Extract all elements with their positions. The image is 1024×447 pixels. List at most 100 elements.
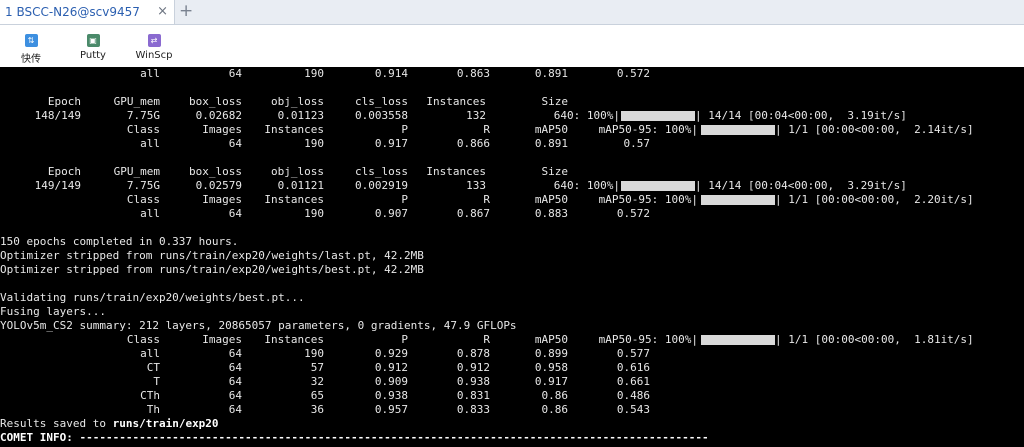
cell: 149/149	[34, 179, 81, 192]
cell: obj_loss	[271, 165, 324, 178]
cell: 0.863	[456, 67, 490, 80]
cell: 0.912	[374, 361, 408, 374]
epoch-row: 148/149 7.75G 0.02682 0.01123 0.003558 1…	[0, 109, 1024, 123]
metrics-row: all 64 190 0.917 0.866 0.891 0.57	[0, 137, 1024, 151]
cell: all	[140, 347, 160, 360]
epoch-header: Epoch GPU_mem box_loss obj_loss cls_loss…	[0, 165, 1024, 179]
log-line: Validating runs/train/exp20/weights/best…	[0, 291, 305, 304]
cell: 65	[310, 389, 324, 402]
cell: 0.891	[534, 137, 568, 150]
results-line: Results saved to runs/train/exp20	[0, 417, 1024, 431]
cell: 0.543	[616, 403, 650, 416]
cell: 0.616	[616, 361, 650, 374]
cell: 0.02579	[195, 179, 242, 192]
comet-info-line: COMET INFO: ----------------------------…	[0, 431, 709, 444]
cell: 0.831	[456, 389, 490, 402]
cell: 64	[228, 361, 242, 374]
log-line: Fusing layers...	[0, 305, 106, 318]
cell: 0.907	[374, 207, 408, 220]
cell: Size	[541, 165, 569, 178]
winscp-icon: ⇄	[147, 34, 161, 47]
putty-button[interactable]: ▣ Putty	[73, 34, 113, 61]
cell: 0.938	[374, 389, 408, 402]
cell: Class	[126, 333, 160, 346]
cell: 0.486	[616, 389, 650, 402]
cell: P	[401, 333, 408, 346]
putty-icon: ▣	[86, 34, 100, 47]
cell: mAP50	[534, 123, 568, 136]
metrics-row: all 64 190 0.914 0.863 0.891 0.572	[0, 67, 1024, 81]
cell: 57	[310, 361, 324, 374]
terminal-output[interactable]: all 64 190 0.914 0.863 0.891 0.572 Epoch…	[0, 67, 1024, 447]
add-tab-icon[interactable]: +	[179, 1, 193, 21]
cell: P	[401, 193, 408, 206]
cell: 0.01121	[277, 179, 324, 192]
cell: 32	[310, 375, 324, 388]
cell: | 1/1 [00:00<00:00, 2.20it/s]	[775, 193, 974, 206]
cell: 640: 100%|	[553, 179, 620, 192]
cell: 0.572	[616, 207, 650, 220]
close-icon[interactable]: ×	[157, 4, 168, 19]
metrics-row: all 64 190 0.929 0.878 0.899 0.577	[0, 347, 1024, 361]
cell: mAP50-95: 100%|	[598, 123, 698, 136]
metrics-row: Th 64 36 0.957 0.833 0.86 0.543	[0, 403, 1024, 417]
results-path: runs/train/exp20	[112, 417, 219, 430]
metrics-row: all 64 190 0.907 0.867 0.883 0.572	[0, 207, 1024, 221]
cell: | 1/1 [00:00<00:00, 2.14it/s]	[775, 123, 974, 136]
progress-bar	[701, 335, 775, 345]
cell: Epoch	[47, 95, 81, 108]
cell: 0.917	[374, 137, 408, 150]
cell: 0.57	[623, 137, 651, 150]
cell: 132	[466, 109, 486, 122]
cell: Size	[541, 95, 569, 108]
metrics-row: CTh 64 65 0.938 0.831 0.86 0.486	[0, 389, 1024, 403]
cell: 190	[304, 207, 324, 220]
cell: 0.01123	[277, 109, 324, 122]
progress-bar	[621, 181, 695, 191]
cell: cls_loss	[355, 95, 408, 108]
winscp-button[interactable]: ⇄ WinScp	[134, 34, 174, 61]
cell: 0.891	[534, 67, 568, 80]
cell: cls_loss	[355, 165, 408, 178]
cell: Images	[202, 193, 242, 206]
progress-bar	[701, 125, 775, 135]
cell: obj_loss	[271, 95, 324, 108]
cell: 64	[228, 375, 242, 388]
cell: Instances	[264, 123, 324, 136]
cell: 7.75G	[126, 179, 160, 192]
cell: 64	[228, 67, 242, 80]
cell: 0.86	[541, 389, 569, 402]
cell: 133	[466, 179, 486, 192]
cell: 0.661	[616, 375, 650, 388]
cell: 0.909	[374, 375, 408, 388]
metrics-row: CT 64 57 0.912 0.912 0.958 0.616	[0, 361, 1024, 375]
progress-bar	[701, 195, 775, 205]
cell: Class	[126, 123, 160, 136]
quick-transfer-button[interactable]: ⇅ 快传	[11, 34, 51, 65]
epoch-row: 149/149 7.75G 0.02579 0.01121 0.002919 1…	[0, 179, 1024, 193]
cell: 0.914	[374, 67, 408, 80]
cell: | 1/1 [00:00<00:00, 1.81it/s]	[775, 333, 974, 346]
cell: R	[483, 193, 490, 206]
val-header: Class Images Instances P R mAP50 mAP50-9…	[0, 193, 1024, 207]
cell: box_loss	[189, 95, 242, 108]
metrics-row: T 64 32 0.909 0.938 0.917 0.661	[0, 375, 1024, 389]
cell: | 14/14 [00:04<00:00, 3.29it/s]	[695, 179, 907, 192]
cell: Th	[146, 403, 160, 416]
tool-label: Putty	[80, 50, 106, 61]
cell: R	[483, 333, 490, 346]
cell: all	[140, 67, 160, 80]
log-line: YOLOv5m_CS2 summary: 212 layers, 2086505…	[0, 319, 517, 332]
cell: 0.572	[616, 67, 650, 80]
tab-bar: 1 BSCC-N26@scv9457 × +	[0, 0, 1024, 25]
cell: 36	[310, 403, 324, 416]
cell: Class	[126, 193, 160, 206]
cell: P	[401, 123, 408, 136]
cell: mAP50	[534, 193, 568, 206]
session-tab-label: 1 BSCC-N26@scv9457	[5, 5, 140, 19]
cell: Epoch	[47, 165, 81, 178]
cell: 0.878	[456, 347, 490, 360]
cell: T	[153, 375, 160, 388]
cell: 0.899	[534, 347, 568, 360]
session-tab[interactable]: 1 BSCC-N26@scv9457 ×	[0, 0, 175, 24]
